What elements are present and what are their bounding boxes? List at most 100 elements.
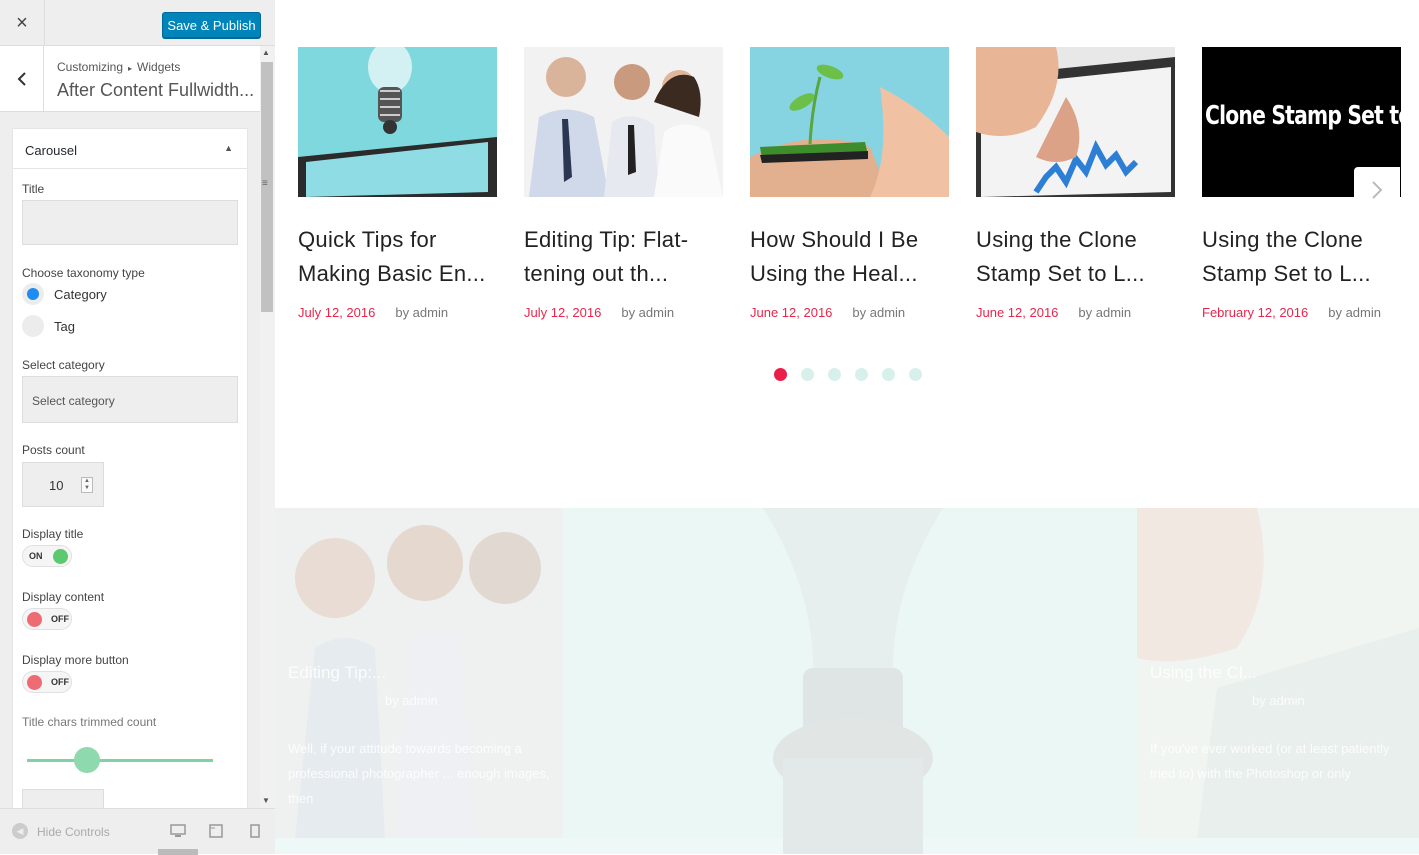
carousel-dot[interactable] [828, 368, 841, 381]
faded-post-meta: by admin [1252, 693, 1305, 708]
footer-resize-handle[interactable] [158, 849, 198, 855]
title-input[interactable] [22, 200, 238, 245]
close-customizer-button[interactable]: × [0, 0, 45, 46]
post-thumbnail[interactable] [524, 47, 723, 197]
category-label: Select category [22, 358, 105, 372]
toggle-state-text: OFF [51, 614, 69, 624]
taxonomy-tag-radio[interactable] [22, 315, 44, 337]
posts-count-input[interactable]: 10 ▲ ▼ [22, 462, 104, 507]
carousel-widget-form: Carousel ▲ Title Choose taxonomy type Ca… [12, 128, 248, 819]
tablet-chart-image-icon [976, 47, 1175, 197]
taxonomy-label: Choose taxonomy type [22, 266, 145, 280]
trim-count-slider[interactable] [27, 759, 213, 762]
widget-header[interactable]: Carousel ▲ [13, 129, 247, 169]
post-date[interactable]: July 12, 2016 [524, 305, 601, 320]
post-title[interactable]: Using the Clone Stamp Set to L... [976, 223, 1175, 291]
scroll-down-arrow-icon[interactable]: ▼ [262, 796, 270, 805]
post-meta: July 12, 2016 by admin [524, 305, 723, 320]
faded-posts-section: Editing Tip:... by admin Well, if your a… [275, 508, 1419, 854]
faded-post-meta: by admin [385, 693, 438, 708]
faded-post-excerpt: Well, if your attitude towards becoming … [288, 741, 550, 806]
faded-post-title[interactable]: Using the Cl... [1150, 660, 1257, 685]
hide-controls-icon[interactable]: ◀ [12, 823, 28, 839]
display-more-toggle[interactable]: OFF [22, 671, 72, 693]
carousel-dot[interactable] [855, 368, 868, 381]
meeting-image-icon [524, 47, 723, 197]
carousel-card[interactable]: Editing Tip: Flat-tening out th... July … [524, 47, 723, 320]
post-title[interactable]: How Should I Be Using the Heal... [750, 223, 949, 291]
display-content-label: Display content [22, 590, 105, 604]
post-thumbnail[interactable] [298, 47, 497, 197]
chevron-left-icon [17, 72, 26, 86]
post-date[interactable]: June 12, 2016 [976, 305, 1058, 320]
faded-post-card[interactable]: Using the Cl... by admin If you've ever … [1137, 508, 1419, 838]
toggle-state-text: ON [29, 551, 43, 561]
post-date[interactable]: February 12, 2016 [1202, 305, 1308, 320]
back-button[interactable] [0, 46, 44, 112]
tablet-icon[interactable] [209, 824, 223, 838]
carousel-card[interactable]: Quick Tips for Making Basic En... July 1… [298, 47, 497, 320]
lightbulb-image-icon [298, 47, 497, 197]
post-thumbnail[interactable] [976, 47, 1175, 197]
thumbnail-caption: Clone Stamp Set to [1205, 101, 1401, 131]
spinner-arrows-icon[interactable]: ▲ ▼ [81, 477, 93, 493]
mobile-icon[interactable] [250, 824, 260, 838]
taxonomy-category-radio[interactable] [22, 283, 44, 305]
display-more-label: Display more button [22, 653, 129, 667]
chevron-right-icon [1372, 181, 1383, 199]
post-meta: June 12, 2016 by admin [976, 305, 1175, 320]
panel-title: After Content Fullwidth... [57, 80, 255, 100]
post-title[interactable]: Editing Tip: Flat-tening out th... [524, 223, 723, 291]
breadcrumb: Customizing ▸ Widgets [57, 60, 180, 74]
site-preview: Quick Tips for Making Basic En... July 1… [275, 0, 1419, 854]
customizer-sidebar: × Save & Publish Customizing ▸ Widgets Aft… [0, 0, 275, 855]
post-title[interactable]: Quick Tips for Making Basic En... [298, 223, 497, 291]
desktop-icon[interactable] [170, 824, 186, 838]
customizer-header: × Save & Publish [0, 0, 275, 46]
faded-post-title[interactable]: Editing Tip:... [288, 660, 386, 685]
post-author[interactable]: by admin [852, 305, 905, 320]
faded-post-card[interactable]: Editing Tip:... by admin Well, if your a… [275, 508, 563, 838]
scroll-up-arrow-icon[interactable]: ▲ [262, 48, 270, 57]
post-author[interactable]: by admin [1078, 305, 1131, 320]
post-thumbnail[interactable] [750, 47, 949, 197]
posts-count-label: Posts count [22, 443, 85, 457]
post-author[interactable]: by admin [395, 305, 448, 320]
post-meta: July 12, 2016 by admin [298, 305, 497, 320]
category-select[interactable]: Select category [22, 376, 238, 423]
toggle-knob [27, 612, 42, 627]
carousel-next-button[interactable] [1354, 167, 1400, 213]
post-date[interactable]: July 12, 2016 [298, 305, 375, 320]
display-title-toggle[interactable]: ON [22, 545, 72, 567]
collapse-arrow-icon[interactable]: ▲ [224, 143, 233, 153]
faded-post-card[interactable] [563, 508, 1137, 854]
breadcrumb-section: Widgets [137, 60, 181, 74]
plant-phone-image-icon [750, 47, 949, 197]
carousel-card[interactable]: How Should I Be Using the Heal... June 1… [750, 47, 949, 320]
toggle-state-text: OFF [51, 677, 69, 687]
carousel-dot[interactable] [801, 368, 814, 381]
post-author[interactable]: by admin [1328, 305, 1381, 320]
post-author[interactable]: by admin [621, 305, 674, 320]
carousel-dot[interactable] [882, 368, 895, 381]
post-date[interactable]: June 12, 2016 [750, 305, 832, 320]
post-meta: June 12, 2016 by admin [750, 305, 949, 320]
carousel-dot[interactable] [909, 368, 922, 381]
save-publish-button[interactable]: Save & Publish [162, 12, 261, 38]
trim-count-slider-handle[interactable] [74, 747, 100, 773]
customizer-footer: ◀ Hide Controls [0, 808, 275, 855]
taxonomy-category-label: Category [54, 287, 107, 302]
carousel-dot[interactable] [774, 368, 787, 381]
lightbulb-image-icon [763, 508, 943, 854]
faded-post-excerpt: If you've ever worked (or at least patie… [1150, 741, 1390, 781]
display-title-label: Display title [22, 527, 84, 541]
panel-header: Customizing ▸ Widgets After Content Fullwi… [0, 46, 260, 112]
hide-controls-button[interactable]: Hide Controls [37, 825, 110, 839]
post-title[interactable]: Using the Clone Stamp Set to L... [1202, 223, 1401, 291]
carousel-card[interactable]: Using the Clone Stamp Set to L... June 1… [976, 47, 1175, 320]
display-content-toggle[interactable]: OFF [22, 608, 72, 630]
trim-count-label: Title chars trimmed count [22, 715, 157, 729]
post-meta: February 12, 2016 by admin [1202, 305, 1401, 320]
carousel-pagination [774, 368, 922, 381]
posts-count-value: 10 [49, 478, 64, 493]
